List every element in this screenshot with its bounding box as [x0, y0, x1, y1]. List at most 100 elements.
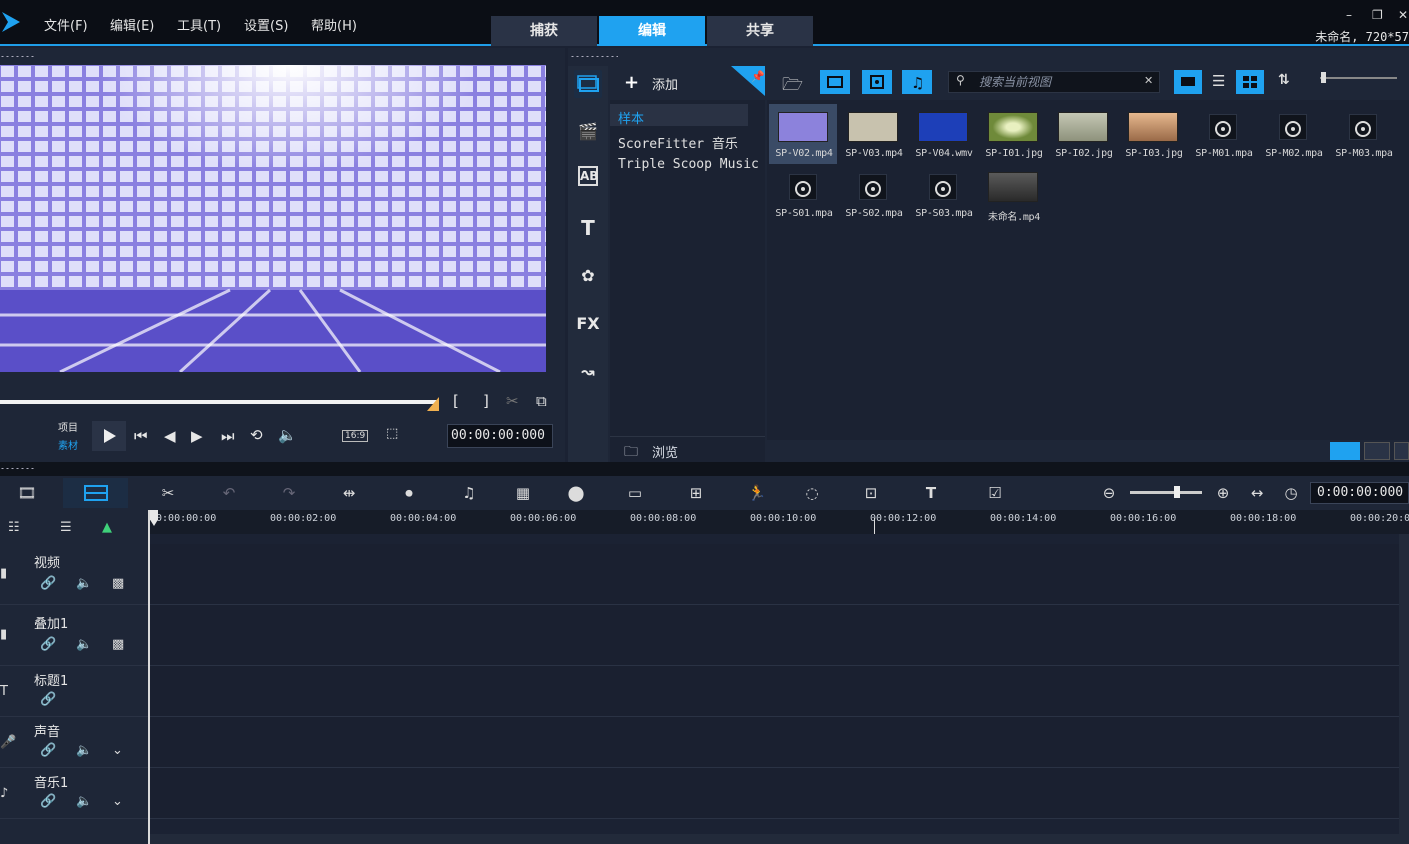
record-capture-icon[interactable]: ⏺	[396, 481, 422, 505]
library-view-toggle-1[interactable]	[1330, 442, 1360, 460]
folder-item-scorefitter[interactable]: ScoreFitter 音乐	[618, 133, 738, 152]
motion-tracking-icon[interactable]: ◌	[799, 481, 825, 505]
library-item[interactable]: SP-M03.mpa	[1329, 104, 1397, 164]
instant-project-icon[interactable]: 🎬	[574, 118, 602, 146]
library-item[interactable]: SP-I02.jpg	[1049, 104, 1117, 164]
sort-icon[interactable]: ⇅	[1278, 72, 1290, 88]
link-icon[interactable]: 🔗	[40, 576, 56, 591]
timeline-ruler[interactable]: 00:00:00:00 00:00:02:00 00:00:04:00 00:0…	[150, 510, 1409, 534]
tab-edit[interactable]: 编辑	[599, 16, 705, 46]
panel-grip[interactable]	[0, 55, 34, 58]
fit-timeline-icon[interactable]: ↔	[1244, 481, 1270, 505]
batch-convert-icon[interactable]: ☑	[982, 481, 1008, 505]
track-list-icon[interactable]: ☷	[8, 520, 20, 535]
link-icon[interactable]: 🔗	[40, 794, 56, 809]
checker-icon[interactable]: ▩	[112, 576, 124, 591]
mute-icon[interactable]: 🔈	[76, 743, 92, 758]
close-icon[interactable]: ✕	[1398, 8, 1408, 22]
panel-splitter[interactable]	[0, 462, 1409, 476]
filter-icon[interactable]: FX	[574, 310, 602, 338]
library-item[interactable]: SP-S03.mpa	[909, 164, 977, 224]
show-video-button[interactable]	[820, 70, 850, 94]
auto-music-icon[interactable]: ♫	[456, 481, 482, 505]
fit-project-icon[interactable]: ⇹	[336, 481, 362, 505]
import-folder-icon[interactable]: 🗁	[782, 72, 803, 101]
library-view-toggle-2[interactable]	[1364, 442, 1390, 460]
library-item[interactable]: 未命名.mp4	[979, 164, 1047, 224]
scrub-bar[interactable]	[0, 400, 437, 404]
track-row-video[interactable]	[150, 544, 1399, 605]
track-row-music[interactable]	[150, 768, 1399, 819]
pin-icon[interactable]: 📌	[731, 66, 765, 96]
library-item[interactable]: SP-V04.wmv	[909, 104, 977, 164]
track-row-voice[interactable]	[150, 717, 1399, 768]
slider-handle[interactable]	[1321, 72, 1326, 83]
mode-project-label[interactable]: 项目	[58, 419, 78, 434]
timeline-horizontal-scrollbar[interactable]	[150, 834, 1409, 844]
timeline-view-button[interactable]	[63, 478, 128, 508]
zoom-slider[interactable]	[1130, 491, 1202, 494]
zoom-in-icon[interactable]: ⊕	[1210, 481, 1236, 505]
menu-edit[interactable]: 编辑(E)	[110, 15, 154, 34]
crop-tool-icon[interactable]: ⬚	[386, 426, 398, 441]
view-thumbnail-button[interactable]	[1174, 70, 1202, 94]
thumbnail-size-slider[interactable]	[1320, 77, 1397, 79]
link-icon[interactable]: 🔗	[40, 743, 56, 758]
next-frame-icon[interactable]: ▶	[191, 427, 203, 445]
clear-search-icon[interactable]: ✕	[1144, 74, 1153, 87]
browse-button[interactable]: 🗀 浏览	[610, 436, 765, 462]
aspect-ratio-button[interactable]: 16:9	[342, 430, 369, 442]
list-view-icon[interactable]: ☰	[1212, 72, 1225, 90]
zoom-out-icon[interactable]: ⊖	[1096, 481, 1122, 505]
library-item[interactable]: SP-M02.mpa	[1259, 104, 1327, 164]
restore-icon[interactable]: ❐	[1372, 8, 1383, 22]
repeat-icon[interactable]: ⟲	[250, 426, 263, 444]
menu-settings[interactable]: 设置(S)	[244, 15, 288, 34]
view-grid-button[interactable]	[1236, 70, 1264, 94]
library-item[interactable]: SP-M01.mpa	[1189, 104, 1257, 164]
tab-share[interactable]: 共享	[707, 16, 813, 46]
mark-out-icon[interactable]: ]	[483, 392, 489, 410]
color-grading-icon[interactable]: ⬤	[563, 481, 589, 505]
multi-camera-icon[interactable]: ▦	[510, 481, 536, 505]
prev-frame-icon[interactable]: ◀	[164, 427, 176, 445]
panel-grip[interactable]	[570, 55, 618, 58]
mute-icon[interactable]: 🔈	[76, 637, 92, 652]
library-view-toggle-3[interactable]	[1394, 442, 1409, 460]
volume-icon[interactable]: 🔈	[278, 426, 297, 444]
link-icon[interactable]: 🔗	[40, 637, 56, 652]
library-item[interactable]: SP-V02.mp4	[769, 104, 837, 164]
library-item[interactable]: SP-I01.jpg	[979, 104, 1047, 164]
menu-help[interactable]: 帮助(H)	[311, 15, 357, 34]
time-remap-icon[interactable]: 🏃	[744, 481, 770, 505]
mark-in-icon[interactable]: [	[453, 392, 459, 410]
enlarge-preview-icon[interactable]: ⧉	[536, 392, 547, 410]
track-row-title[interactable]	[150, 666, 1399, 717]
folder-item-triple-scoop[interactable]: Triple Scoop Music	[618, 157, 759, 172]
menu-tools[interactable]: 工具(T)	[177, 15, 221, 34]
motion-path-icon[interactable]: ↝	[574, 358, 602, 386]
waveform-icon[interactable]: ⌄	[112, 794, 123, 809]
link-icon[interactable]: 🔗	[40, 692, 56, 707]
checker-icon[interactable]: ▩	[112, 637, 124, 652]
subtitle-editor-icon[interactable]: ▭	[622, 481, 648, 505]
mute-icon[interactable]: 🔈	[76, 576, 92, 591]
split-screen-icon[interactable]: ⊞	[683, 481, 709, 505]
track-manager-icon[interactable]: ✂	[155, 481, 181, 505]
go-end-icon[interactable]: ⏭	[221, 427, 235, 445]
minimize-icon[interactable]: –	[1346, 8, 1352, 22]
menu-file[interactable]: 文件(F)	[44, 15, 88, 34]
preview-timecode[interactable]: 00:00:00:000	[447, 424, 553, 448]
storyboard-view-icon[interactable]: 🎞	[14, 481, 40, 505]
mode-clip-label[interactable]: 素材	[58, 437, 78, 452]
track-row-overlay[interactable]	[150, 605, 1399, 666]
timeline-timecode[interactable]: 0:00:00:000	[1310, 482, 1409, 504]
scrub-end-marker-icon[interactable]	[427, 397, 439, 411]
library-item[interactable]: SP-S02.mpa	[839, 164, 907, 224]
title-icon[interactable]: T	[574, 214, 602, 242]
go-start-icon[interactable]: ⏮	[134, 427, 148, 445]
library-item[interactable]: SP-S01.mpa	[769, 164, 837, 224]
panel-grip[interactable]	[0, 467, 34, 470]
search-input[interactable]: 搜索当前视图	[948, 71, 1160, 93]
transition-icon[interactable]: AB	[578, 166, 598, 186]
